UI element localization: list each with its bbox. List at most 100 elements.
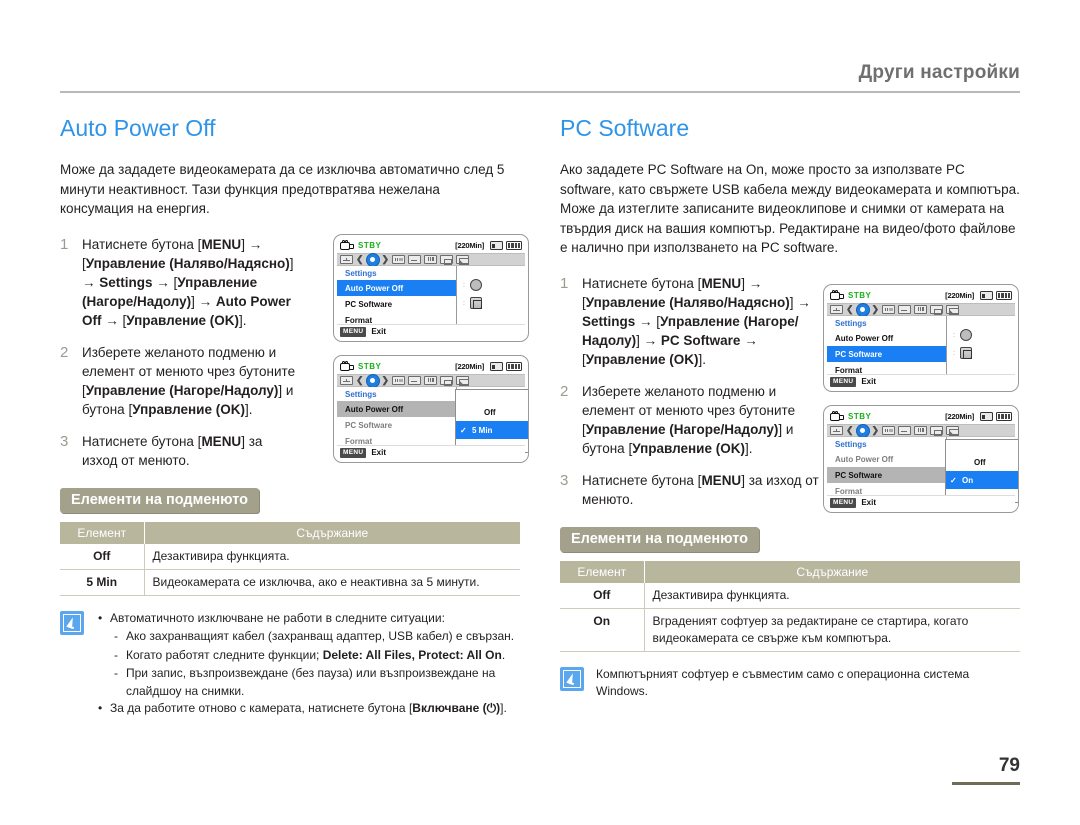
storage-media-icon — [980, 291, 993, 300]
lcd-status-text: STBY — [848, 291, 872, 300]
tab-bars-icon[interactable] — [424, 376, 438, 385]
lcd-side-value-marks: : : — [953, 326, 972, 362]
lcd-menu-item-auto-power-off[interactable]: Auto Power Off — [827, 451, 946, 467]
tab-film-icon[interactable] — [392, 255, 406, 264]
gear-icon[interactable] — [366, 374, 379, 387]
chevron-right-icon[interactable]: ❯ — [872, 426, 880, 435]
camcorder-icon — [340, 361, 354, 372]
tab-line-icon[interactable] — [898, 305, 912, 314]
lcd-option-popup: Off ✓ On — [945, 439, 1018, 503]
battery-icon — [996, 412, 1012, 421]
tab-grid-icon[interactable] — [830, 305, 843, 314]
lcd-menu-item-pc-software[interactable]: PC Software — [827, 467, 946, 483]
note-text-right: Компютърният софтуер е съвместим само с … — [596, 666, 970, 699]
lcd-menu-item-auto-power-off[interactable]: Auto Power Off — [827, 330, 946, 346]
tab-image-icon[interactable] — [456, 376, 470, 386]
step-number: 1 — [60, 235, 69, 253]
step-number: 3 — [60, 432, 69, 450]
tab-grid-icon[interactable] — [340, 255, 353, 264]
tab-line-icon[interactable] — [408, 376, 422, 385]
pc-badge-icon — [469, 297, 482, 309]
lcd-menu-item-pc-software[interactable]: PC Software — [827, 346, 946, 362]
menu-key-badge[interactable]: MENU — [340, 447, 367, 458]
table-header-item: Елемент — [560, 560, 645, 583]
page-header: Други настройки — [60, 62, 1020, 93]
table-header-row: Елемент Съдържание — [560, 560, 1020, 583]
tab-image-icon[interactable] — [946, 426, 960, 436]
lcd-screenshot-pc-software-menu: STBY [220Min] ❮ ❯ Settings Auto Power Of… — [823, 284, 1019, 392]
lcd-option-off[interactable]: Off — [946, 453, 1018, 471]
chevron-left-icon[interactable]: ❮ — [356, 376, 364, 385]
step-number: 3 — [560, 471, 569, 489]
lcd-side-mark: : — [953, 344, 972, 362]
lcd-status-text: STBY — [358, 362, 382, 371]
page-number-rule — [952, 782, 1020, 785]
table-header-content: Съдържание — [144, 521, 520, 544]
lcd-side-mark: : — [953, 326, 972, 344]
lcd-menu-item-auto-power-off[interactable]: Auto Power Off — [337, 401, 456, 417]
tab-film-icon[interactable] — [392, 376, 406, 385]
lcd-menu-item-auto-power-off[interactable]: Auto Power Off — [337, 280, 456, 296]
menu-key-badge[interactable]: MENU — [830, 497, 857, 508]
step-text: Изберете желаното подменю и елемент от м… — [82, 344, 296, 417]
note-block-right: Компютърният софтуер е съвместим само с … — [560, 666, 1030, 701]
chevron-right-icon[interactable]: ❯ — [872, 305, 880, 314]
tab-box-icon[interactable] — [930, 426, 944, 436]
table-cell-content: Видеокамерата се изключва, ако е неактив… — [144, 569, 520, 596]
clock-badge-icon — [469, 279, 482, 291]
chevron-right-icon[interactable]: ❯ — [382, 376, 390, 385]
lcd-status-bar: STBY [220Min] — [337, 238, 525, 253]
tab-box-icon[interactable] — [440, 376, 454, 386]
note-sub-item: Ако захранващият кабел (захранващ адапте… — [110, 628, 530, 646]
tab-box-icon[interactable] — [440, 255, 454, 265]
table-cell-item: Off — [60, 543, 145, 570]
chevron-left-icon[interactable]: ❮ — [846, 426, 854, 435]
lcd-status-bar: STBY [220Min] — [827, 288, 1015, 303]
menu-key-badge[interactable]: MENU — [830, 376, 857, 387]
tab-bars-icon[interactable] — [424, 255, 438, 264]
lcd-menu-item-pc-software[interactable]: PC Software — [337, 296, 456, 312]
tab-film-icon[interactable] — [882, 305, 896, 314]
tab-grid-icon[interactable] — [340, 376, 353, 385]
lcd-option-off[interactable]: Off — [456, 403, 528, 421]
table-row: On Вграденият софтуер за редактиране се … — [560, 608, 1020, 652]
gear-icon[interactable] — [856, 303, 869, 316]
table-cell-content: Дезактивира функцията. — [144, 543, 520, 570]
note-sub-item: При запис, възпроизвеждане (без пауза) и… — [110, 665, 530, 700]
tab-box-icon[interactable] — [930, 305, 944, 315]
lcd-side-mark: : — [463, 276, 482, 294]
lcd-footer: MENU Exit — [337, 445, 525, 459]
lcd-menu-panel: Settings Auto Power Off PC Software Form… — [827, 316, 947, 379]
lcd-menu-panel: Settings Auto Power Off PC Software Form… — [827, 437, 947, 500]
note-bullet: За да работите отново с камерата, натисн… — [96, 700, 530, 718]
lcd-option-5-min[interactable]: ✓ 5 Min — [456, 421, 528, 439]
tab-line-icon[interactable] — [408, 255, 422, 264]
table-row: Off Дезактивира функцията. — [60, 543, 520, 570]
tab-image-icon[interactable] — [456, 255, 470, 265]
gear-icon[interactable] — [856, 424, 869, 437]
table-header-content: Съдържание — [644, 560, 1020, 583]
chevron-right-icon[interactable]: ❯ — [382, 255, 390, 264]
tab-bars-icon[interactable] — [914, 426, 928, 435]
tab-line-icon[interactable] — [898, 426, 912, 435]
check-icon: ✓ — [460, 425, 467, 435]
tab-bars-icon[interactable] — [914, 305, 928, 314]
lcd-menu-panel: Settings Auto Power Off PC Software Form… — [337, 266, 457, 329]
chevron-left-icon[interactable]: ❮ — [846, 305, 854, 314]
table-cell-content: Дезактивира функцията. — [644, 582, 1020, 609]
header-title: Други настройки — [858, 62, 1020, 83]
intro-paragraph-right: Ако зададете PC Software на On, може про… — [560, 162, 1020, 255]
page-title-pc-software: PC Software — [560, 115, 690, 141]
camcorder-icon — [830, 411, 844, 422]
lcd-status-text: STBY — [848, 412, 872, 421]
lcd-menu-title: Settings — [345, 269, 377, 278]
lcd-menu-item-pc-software[interactable]: PC Software — [337, 417, 456, 433]
storage-media-icon — [490, 241, 503, 250]
menu-key-badge[interactable]: MENU — [340, 326, 367, 337]
gear-icon[interactable] — [366, 253, 379, 266]
chevron-left-icon[interactable]: ❮ — [356, 255, 364, 264]
tab-film-icon[interactable] — [882, 426, 896, 435]
lcd-option-on[interactable]: ✓ On — [946, 471, 1018, 489]
tab-image-icon[interactable] — [946, 305, 960, 315]
tab-grid-icon[interactable] — [830, 426, 843, 435]
